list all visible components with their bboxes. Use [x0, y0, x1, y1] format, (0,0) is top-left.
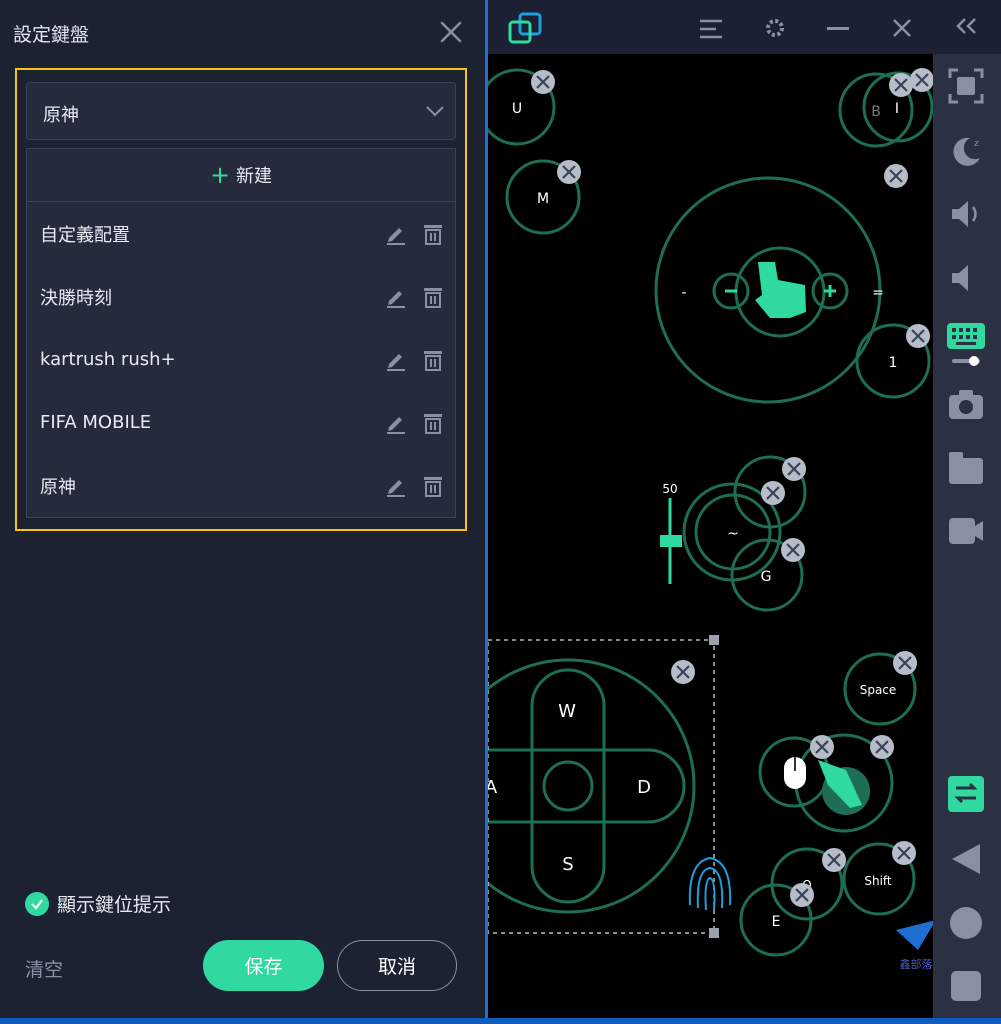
- remove-key-icon: [788, 881, 816, 909]
- show-hints-label: 顯示鍵位提示: [57, 894, 172, 916]
- key-label-w: W: [558, 701, 576, 722]
- profile-item-label: kartrush rush+: [40, 349, 176, 370]
- hand-pointer-icon: [755, 262, 806, 318]
- remove-key-icon: [669, 658, 697, 686]
- close-icon[interactable]: [437, 18, 465, 46]
- new-profile-label: 新建: [236, 166, 273, 187]
- chevron-down-icon: [426, 106, 444, 117]
- edit-icon[interactable]: [385, 223, 407, 245]
- remove-key-icon: [887, 71, 915, 99]
- profile-item[interactable]: kartrush rush+: [27, 328, 455, 391]
- remove-key-icon: [759, 479, 787, 507]
- sleep-moon-icon[interactable]: z: [948, 132, 984, 168]
- profile-item[interactable]: 自定義配置: [27, 202, 455, 265]
- keyboard-icon[interactable]: [946, 322, 986, 368]
- fullscreen-icon[interactable]: [948, 68, 984, 104]
- remove-key-icon: [820, 846, 848, 874]
- panel-title: 設定鍵盤: [13, 24, 90, 46]
- video-record-icon[interactable]: [948, 514, 984, 546]
- key-label-m: M: [537, 191, 549, 207]
- trash-icon[interactable]: [423, 412, 443, 434]
- profile-item-label: 自定義配置: [40, 224, 130, 246]
- profile-dropdown[interactable]: 原神: [26, 82, 456, 140]
- key-label-shift: Shift: [864, 874, 892, 888]
- key-label-1: 1: [889, 355, 898, 371]
- selection-box: [488, 639, 715, 934]
- slider-value: 50: [662, 482, 677, 496]
- slider-handle: [660, 535, 682, 547]
- folder-icon[interactable]: [948, 450, 984, 486]
- selected-profile: 原神: [43, 105, 79, 126]
- emulator-sidebar: z: [933, 54, 1001, 1018]
- remove-key-icon: [868, 733, 896, 761]
- sync-toggle-icon[interactable]: [946, 774, 986, 814]
- key-label-s: S: [562, 854, 573, 875]
- cancel-button[interactable]: 取消: [337, 940, 457, 991]
- remove-key-icon: [780, 455, 808, 483]
- key-label-equals: =: [872, 285, 884, 301]
- clear-button[interactable]: 清空: [25, 955, 63, 982]
- edit-icon[interactable]: [385, 412, 407, 434]
- key-label-space: Space: [860, 683, 897, 697]
- gear-icon[interactable]: [763, 16, 787, 40]
- watermark-logo: [896, 920, 933, 950]
- key-label-d: D: [637, 777, 651, 798]
- remove-key-icon: [908, 66, 933, 94]
- menu-icon[interactable]: [698, 18, 724, 40]
- trash-icon[interactable]: [423, 475, 443, 497]
- key-label-tilde: ~: [727, 526, 739, 542]
- profile-list: + 新建 自定義配置 決勝時刻 kartrush rush+ FIFA MOBI…: [26, 148, 456, 518]
- key-label-e: E: [772, 914, 781, 930]
- show-hints-toggle[interactable]: 顯示鍵位提示: [25, 890, 171, 917]
- edit-icon[interactable]: [385, 286, 407, 308]
- app-logo-icon: [508, 12, 542, 44]
- volume-up-icon[interactable]: [948, 196, 984, 232]
- taskbar-strip: [0, 1018, 1001, 1024]
- emulator-topbar: [488, 0, 1001, 54]
- key-label-b: B: [871, 104, 881, 120]
- watermark-text: 鑫部落: [900, 957, 933, 971]
- recent-apps-icon[interactable]: [950, 970, 982, 1002]
- minimize-icon[interactable]: [826, 26, 850, 32]
- keymap-overlay: U M B I - = 1 F ~ G 50 Space Shift Q E W…: [488, 66, 933, 971]
- home-icon[interactable]: [949, 906, 983, 940]
- trash-icon[interactable]: [423, 349, 443, 371]
- remove-key-icon: [529, 68, 557, 96]
- new-profile-button[interactable]: + 新建: [27, 149, 455, 202]
- collapse-sidebar-icon[interactable]: [955, 16, 979, 36]
- key-label-i: I: [895, 101, 899, 117]
- profile-item[interactable]: 原神: [27, 454, 455, 517]
- volume-down-icon[interactable]: [948, 260, 984, 296]
- profile-item-label: 原神: [40, 476, 76, 498]
- key-label-a: A: [488, 777, 498, 798]
- svg-text:z: z: [974, 139, 979, 149]
- profile-item-label: FIFA MOBILE: [40, 412, 152, 433]
- keyboard-settings-panel: 設定鍵盤 原神 + 新建 自定義配置 決勝時刻 kartrush rush+ F…: [0, 0, 485, 1018]
- remove-key-icon: [779, 536, 807, 564]
- remove-key-icon: [891, 649, 919, 677]
- back-icon[interactable]: [950, 842, 982, 876]
- remove-key-icon: [808, 733, 836, 761]
- remove-key-icon: [882, 162, 910, 190]
- key-label-u: U: [512, 101, 522, 117]
- plus-icon: +: [209, 161, 231, 189]
- trash-icon[interactable]: [423, 286, 443, 308]
- trash-icon[interactable]: [423, 223, 443, 245]
- profile-item[interactable]: FIFA MOBILE: [27, 391, 455, 454]
- camera-icon[interactable]: [948, 388, 984, 420]
- profile-item-label: 決勝時刻: [40, 287, 112, 309]
- close-window-icon[interactable]: [891, 17, 913, 39]
- remove-key-icon: [555, 158, 583, 186]
- remove-key-icon: [890, 839, 918, 867]
- save-button[interactable]: 保存: [203, 940, 324, 991]
- edit-icon[interactable]: [385, 349, 407, 371]
- key-label-g: G: [761, 569, 772, 585]
- keymap-canvas[interactable]: U M B I - = 1 F ~ G 50 Space Shift Q E W…: [488, 54, 933, 1018]
- remove-key-icon: [904, 322, 932, 350]
- fingerprint-icon: [688, 856, 732, 911]
- check-icon: [25, 891, 49, 916]
- edit-icon[interactable]: [385, 475, 407, 497]
- key-label-minus: -: [681, 285, 686, 301]
- profile-item[interactable]: 決勝時刻: [27, 265, 455, 328]
